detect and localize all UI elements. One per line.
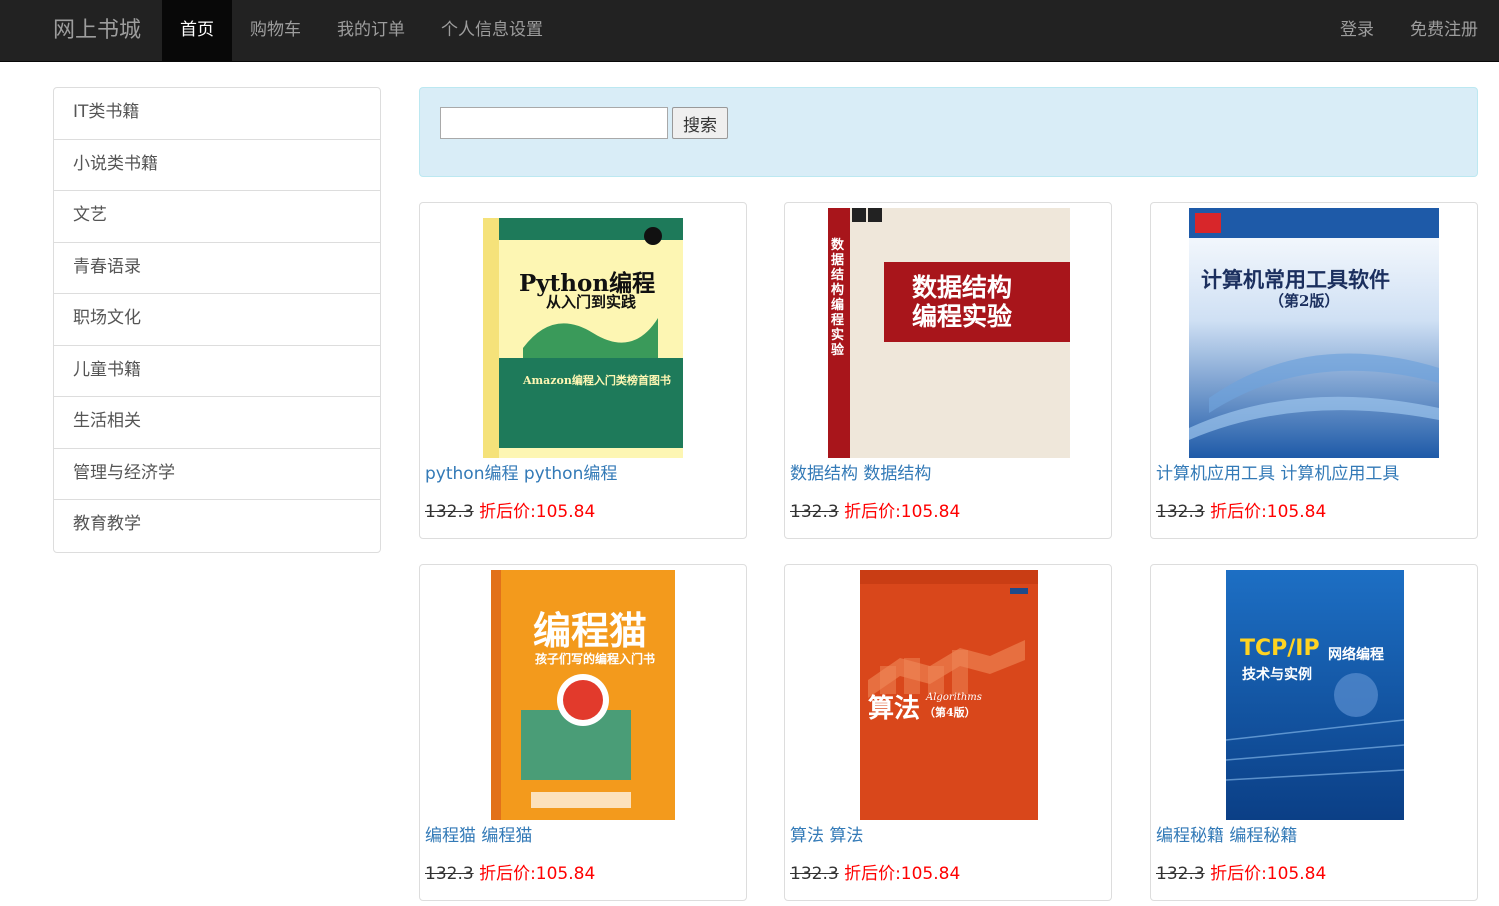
product-title[interactable]: 计算机应用工具 计算机应用工具 [1156, 459, 1399, 484]
book-cover[interactable]: 算法 Algorithms （第4版） [860, 570, 1038, 820]
discount-price: 折后价:105.84 [479, 864, 596, 884]
category-item[interactable]: IT类书籍 [54, 88, 380, 140]
product-price: 132.3 折后价:105.84 [1156, 497, 1326, 522]
product-price: 132.3 折后价:105.84 [1156, 859, 1326, 884]
nav-orders[interactable]: 我的订单 [319, 0, 423, 61]
brand-logo[interactable]: 网上书城 [53, 0, 141, 61]
discount-price: 折后价:105.84 [844, 864, 961, 884]
cover-edition: （第4版） [924, 706, 976, 719]
book-cover[interactable]: Python编程 从入门到实践 Amazon编程入门类榜首图书 [483, 208, 683, 458]
product-title[interactable]: 算法 算法 [790, 821, 863, 846]
book-cover[interactable]: TCP/IP 网络编程 技术与实例 [1226, 570, 1404, 820]
book-cover[interactable]: 数据结构 编程实验 数据结构编程实验 [828, 208, 1070, 458]
product-price: 132.3 折后价:105.84 [790, 859, 960, 884]
category-item[interactable]: 小说类书籍 [54, 140, 380, 191]
original-price: 132.3 [425, 864, 474, 884]
cover-subtitle: Algorithms [926, 692, 982, 703]
product-title[interactable]: 编程秘籍 编程秘籍 [1156, 821, 1297, 846]
main-nav: 首页 购物车 我的订单 个人信息设置 [162, 0, 561, 61]
category-item[interactable]: 生活相关 [54, 397, 380, 449]
discount-price: 折后价:105.84 [479, 502, 596, 522]
product-card[interactable]: 编程猫 孩子们写的编程入门书 编程猫 编程猫 132.3 折后价:105.84 [419, 564, 747, 901]
discount-price: 折后价:105.84 [844, 502, 961, 522]
original-price: 132.3 [1156, 502, 1205, 522]
product-title[interactable]: 编程猫 编程猫 [425, 821, 532, 846]
nav-home[interactable]: 首页 [162, 0, 232, 61]
product-card[interactable]: 算法 Algorithms （第4版） 算法 算法 132.3 折后价:105.… [784, 564, 1112, 901]
cover-title: 算法 [868, 694, 921, 724]
product-card[interactable]: TCP/IP 网络编程 技术与实例 编程秘籍 编程秘籍 132.3 折后价:10… [1150, 564, 1478, 901]
cover-tagline: Amazon编程入门类榜首图书 [523, 374, 671, 387]
original-price: 132.3 [1156, 864, 1205, 884]
discount-price: 折后价:105.84 [1210, 864, 1327, 884]
nav-cart[interactable]: 购物车 [232, 0, 319, 61]
nav-register[interactable]: 免费注册 [1392, 0, 1496, 61]
product-card[interactable]: 数据结构 编程实验 数据结构编程实验 数据结构 数据结构 132.3 折后价:1… [784, 202, 1112, 539]
product-price: 132.3 折后价:105.84 [425, 497, 595, 522]
search-input[interactable] [440, 107, 668, 139]
category-item[interactable]: 管理与经济学 [54, 449, 380, 500]
product-title[interactable]: python编程 python编程 [425, 459, 617, 484]
cover-subtitle: （第2版） [1269, 292, 1340, 310]
nav-login[interactable]: 登录 [1322, 0, 1392, 61]
product-card[interactable]: Python编程 从入门到实践 Amazon编程入门类榜首图书 python编程… [419, 202, 747, 539]
top-navbar: 网上书城 首页 购物车 我的订单 个人信息设置 登录 免费注册 [0, 0, 1499, 62]
cover-subtitle-2: 技术与实例 [1242, 667, 1312, 683]
cover-title: TCP/IP [1240, 636, 1320, 661]
cover-subtitle: 孩子们写的编程入门书 [535, 652, 656, 666]
category-item[interactable]: 文艺 [54, 191, 380, 243]
discount-price: 折后价:105.84 [1210, 502, 1327, 522]
original-price: 132.3 [790, 502, 839, 522]
cover-subtitle: 从入门到实践 [546, 293, 637, 311]
product-title[interactable]: 数据结构 数据结构 [790, 459, 931, 484]
category-item[interactable]: 儿童书籍 [54, 346, 380, 397]
original-price: 132.3 [425, 502, 474, 522]
cover-spine-title: 数据结构编程实验 [831, 238, 845, 358]
cover-subtitle: 网络编程 [1328, 647, 1384, 663]
cover-title: 编程猫 [533, 608, 648, 653]
search-button[interactable]: 搜索 [672, 107, 728, 139]
book-cover[interactable]: 编程猫 孩子们写的编程入门书 [491, 570, 675, 820]
account-nav: 登录 免费注册 [1322, 0, 1496, 61]
product-card[interactable]: 计算机常用工具软件 （第2版） 计算机应用工具 计算机应用工具 132.3 折后… [1150, 202, 1478, 539]
category-item[interactable]: 青春语录 [54, 243, 380, 294]
category-item[interactable]: 教育教学 [54, 500, 380, 552]
category-item[interactable]: 职场文化 [54, 294, 380, 346]
original-price: 132.3 [790, 864, 839, 884]
book-cover[interactable]: 计算机常用工具软件 （第2版） [1189, 208, 1439, 458]
nav-profile-settings[interactable]: 个人信息设置 [423, 0, 561, 61]
product-price: 132.3 折后价:105.84 [790, 497, 960, 522]
product-price: 132.3 折后价:105.84 [425, 859, 595, 884]
cover-subtitle: 编程实验 [912, 302, 1013, 331]
category-list: IT类书籍 小说类书籍 文艺 青春语录 职场文化 儿童书籍 生活相关 管理与经济… [53, 87, 381, 553]
search-panel: 搜索 [419, 87, 1478, 177]
